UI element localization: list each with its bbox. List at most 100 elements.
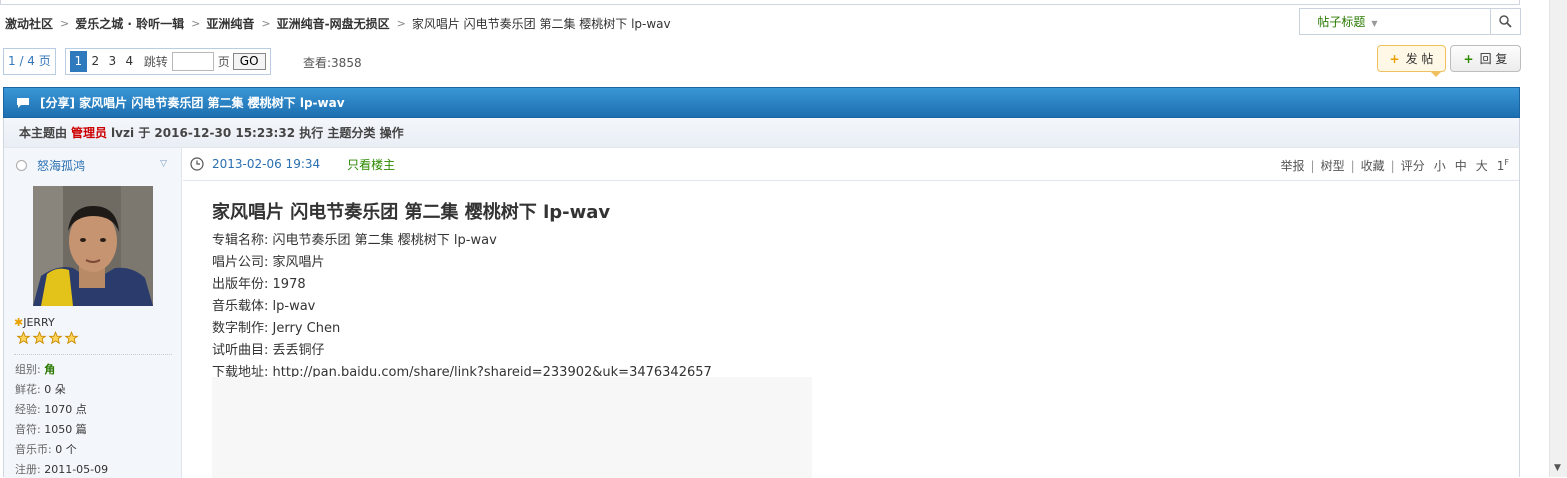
online-status-icon — [16, 159, 27, 171]
search-type-select[interactable]: 帖子标题 ▼ — [1300, 13, 1395, 30]
field-label: 唱片公司: — [212, 255, 269, 270]
separator: | — [1310, 158, 1315, 173]
stat-coins: 音乐币: 0 个 — [15, 441, 77, 457]
page-total: 1 / 4 页 — [3, 48, 56, 75]
avatar[interactable] — [33, 186, 153, 306]
breadcrumb-forum[interactable]: 亚洲纯音 — [206, 15, 254, 32]
stat-group: 组别: 角 — [15, 361, 55, 377]
go-button[interactable]: GO — [232, 53, 266, 70]
field-label: 专辑名称: — [212, 233, 269, 248]
stat-label: 注册: — [15, 463, 41, 476]
field-value: Jerry Chen — [272, 321, 341, 336]
breadcrumb-category[interactable]: 爱乐之城 · 聆听一辑 — [75, 15, 184, 32]
chevron-down-icon: ▼ — [1371, 19, 1378, 28]
field-label: 音乐载体: — [212, 299, 269, 314]
star-icon: ✱ — [14, 316, 24, 329]
field-year: 出版年份: 1978 — [212, 273, 306, 292]
separator: | — [1350, 158, 1355, 173]
plus-icon: + — [1463, 51, 1474, 66]
stat-value: 1070 点 — [44, 403, 87, 416]
stat-flowers: 鲜花: 0 朵 — [15, 381, 66, 397]
page-unit-label: 页 — [217, 55, 230, 69]
breadcrumb-separator: > — [261, 16, 271, 30]
field-value: 家风唱片 — [272, 255, 325, 270]
only-op-link[interactable]: 只看楼主 — [347, 156, 395, 173]
stat-value: 0 朵 — [44, 383, 66, 396]
stat-label: 鲜花: — [15, 383, 41, 396]
stat-label: 音乐币: — [15, 443, 52, 456]
user-rank-label: JERRY — [23, 316, 55, 329]
scrollbar[interactable]: ▼ — [1549, 0, 1567, 477]
scroll-down-arrow-icon[interactable]: ▼ — [1554, 463, 1561, 473]
admin-label[interactable]: 管理员 — [71, 124, 107, 141]
separator: | — [1390, 158, 1395, 173]
search-box: 帖子标题 ▼ — [1299, 8, 1521, 35]
search-input[interactable] — [1395, 11, 1490, 32]
moderation-info: 本主题由 管理员 lvzi 于 2016-12-30 15:23:32 执行 主… — [3, 118, 1520, 147]
field-label-company: 唱片公司: 家风唱片 — [212, 251, 325, 270]
triangle-down-icon[interactable]: ▽ — [160, 159, 167, 169]
rate-link[interactable]: 评分 — [1401, 157, 1425, 174]
field-label: 出版年份: — [212, 277, 269, 292]
tree-view-link[interactable]: 树型 — [1321, 157, 1345, 174]
star-icon — [48, 331, 63, 345]
breadcrumb-current: 家风唱片 闪电节奏乐团 第二集 樱桃树下 lp-wav — [411, 16, 671, 31]
stat-value: 2011-05-09 — [44, 463, 109, 476]
breadcrumb-subforum[interactable]: 亚洲纯音-网盘无损区 — [277, 15, 390, 32]
breadcrumb-separator: > — [60, 16, 70, 30]
breadcrumb-separator: > — [191, 16, 201, 30]
field-album: 专辑名称: 闪电节奏乐团 第二集 樱桃树下 lp-wav — [212, 229, 497, 248]
stat-label: 音符: — [15, 423, 41, 436]
clock-icon — [190, 157, 204, 171]
stat-value: 1050 篇 — [44, 423, 87, 436]
page-link-4[interactable]: 4 — [121, 51, 138, 72]
stat-value[interactable]: 角 — [44, 363, 55, 376]
field-format: 音乐载体: lp-wav — [212, 295, 315, 314]
post-content: 家风唱片 闪电节奏乐团 第二集 樱桃树下 lp-wav 专辑名称: 闪电节奏乐团… — [183, 181, 1519, 478]
favorite-link[interactable]: 收藏 — [1361, 157, 1385, 174]
page-link-2[interactable]: 2 — [87, 51, 104, 72]
stat-value: 0 个 — [55, 443, 77, 456]
field-sample-track: 试听曲目: 丢丢铜仔 — [212, 339, 325, 358]
font-small-link[interactable]: 小 — [1434, 157, 1446, 174]
post: 怒海孤鸿 ▽ ✱JERRY 组别: 角 鲜花: 0 朵 经验: 1070 点 音… — [3, 147, 1520, 478]
report-link[interactable]: 举报 — [1281, 157, 1305, 174]
author-header: 怒海孤鸿 ▽ — [16, 157, 171, 173]
search-button[interactable] — [1490, 9, 1520, 34]
divider — [14, 354, 172, 355]
author-name[interactable]: 怒海孤鸿 — [37, 157, 85, 174]
page-jump-input[interactable] — [171, 52, 214, 71]
embedded-media-placeholder — [212, 377, 812, 478]
view-count: 查看:3858 — [303, 56, 362, 70]
reply-button[interactable]: + 回 复 — [1450, 45, 1521, 72]
thread-title: [分享] 家风唱片 闪电节奏乐团 第二集 樱桃树下 lp-wav — [40, 96, 345, 110]
page-link-3[interactable]: 3 — [104, 51, 121, 72]
pagination: 1 / 4 页 1 2 3 4 跳转 页 GO — [3, 48, 271, 75]
search-icon — [1499, 15, 1512, 28]
rank-stars — [16, 331, 80, 345]
page-link-1[interactable]: 1 — [69, 51, 87, 72]
font-medium-link[interactable]: 中 — [1455, 157, 1467, 174]
floor-suffix: F — [1504, 158, 1509, 167]
author-sidebar: 怒海孤鸿 ▽ ✱JERRY 组别: 角 鲜花: 0 朵 经验: 1070 点 音… — [4, 148, 182, 478]
chat-bubble-icon — [17, 97, 29, 108]
search-type-label: 帖子标题 — [1317, 15, 1366, 29]
stat-exp: 经验: 1070 点 — [15, 401, 87, 417]
avatar-image — [33, 186, 153, 306]
reply-label: 回 复 — [1479, 52, 1508, 66]
info-prefix: 本主题由 — [19, 126, 68, 140]
stat-register: 注册: 2011-05-09 — [15, 461, 108, 477]
jump-label: 跳转 — [143, 55, 168, 69]
stat-label: 经验: — [15, 403, 41, 416]
plus-icon: + — [1389, 51, 1400, 66]
font-large-link[interactable]: 大 — [1476, 157, 1488, 174]
breadcrumb-home[interactable]: 激动社区 — [5, 15, 53, 32]
star-icon — [32, 331, 47, 345]
floor-number[interactable]: 1F — [1497, 158, 1509, 173]
breadcrumb: 激动社区 > 爱乐之城 · 聆听一辑 > 亚洲纯音 > 亚洲纯音-网盘无损区 >… — [5, 14, 671, 32]
new-post-button[interactable]: + 发 帖 — [1377, 45, 1446, 77]
info-rest: lvzi 于 2016-12-30 15:23:32 执行 主题分类 操作 — [111, 126, 404, 140]
stat-notes: 音符: 1050 篇 — [15, 421, 87, 437]
page-links: 1 2 3 4 跳转 页 GO — [64, 48, 271, 75]
field-value: 丢丢铜仔 — [272, 343, 325, 358]
